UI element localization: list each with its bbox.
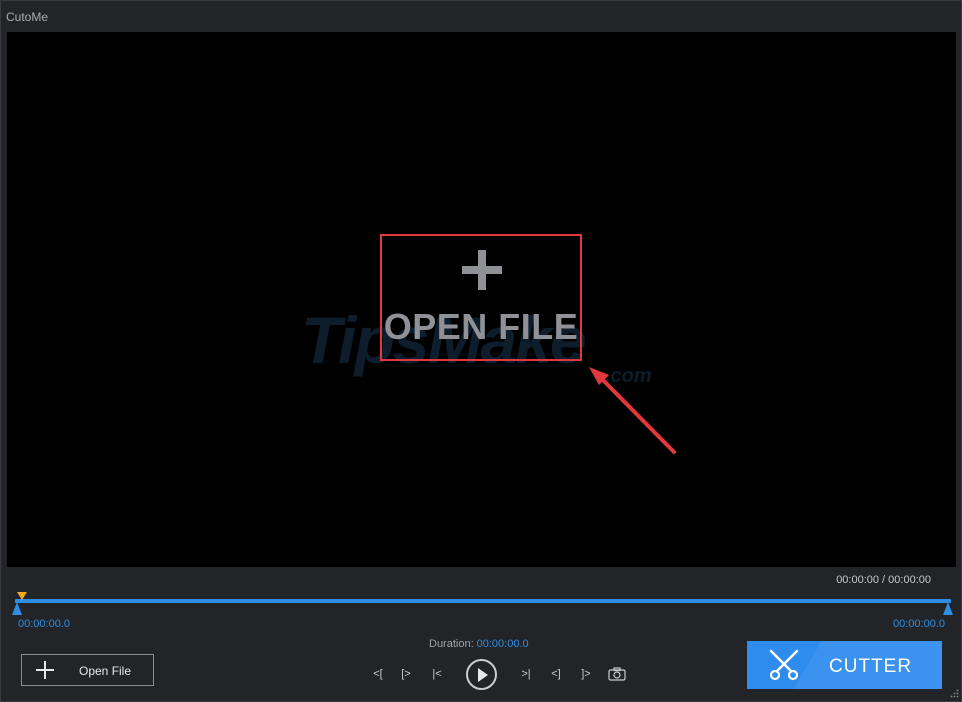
- trim-start-handle[interactable]: [12, 602, 22, 615]
- trim-start-time: 00:00:00.0: [18, 618, 70, 630]
- open-file-button-label: Open File: [79, 664, 132, 678]
- duration-label: Duration:: [429, 638, 474, 650]
- next-frame-button[interactable]: >|: [519, 667, 533, 681]
- plus-icon: [36, 661, 54, 679]
- prev-frame-button[interactable]: |<: [430, 667, 444, 681]
- timeline-track[interactable]: [15, 599, 951, 603]
- time-readout: 00:00:00 / 00:00:00: [836, 574, 931, 586]
- cutter-button-label: CUTTER: [829, 656, 913, 677]
- set-end-button[interactable]: ]>: [578, 667, 594, 681]
- scissors-icon: [769, 649, 799, 681]
- camera-icon[interactable]: [608, 667, 626, 681]
- playback-controls: <[ [> |< >| <] ]>: [366, 658, 636, 692]
- annotation-arrow: [589, 367, 676, 454]
- play-button[interactable]: [466, 659, 497, 690]
- resize-grip-icon[interactable]: [949, 689, 959, 699]
- goto-end-button[interactable]: <]: [548, 667, 564, 681]
- cutter-button[interactable]: CUTTER: [747, 641, 942, 689]
- open-file-button[interactable]: Open File: [21, 654, 154, 686]
- set-start-button[interactable]: <[: [370, 667, 386, 681]
- goto-start-button[interactable]: [>: [398, 667, 414, 681]
- duration-display: Duration: 00:00:00.0: [429, 638, 529, 650]
- playhead-marker[interactable]: [17, 592, 27, 600]
- duration-value: 00:00:00.0: [476, 638, 529, 650]
- app-window: CutoMe TipsMake .com OPEN FILE 00:00:00 …: [0, 0, 962, 702]
- trim-end-handle[interactable]: [943, 602, 953, 615]
- trim-end-time: 00:00:00.0: [893, 618, 945, 630]
